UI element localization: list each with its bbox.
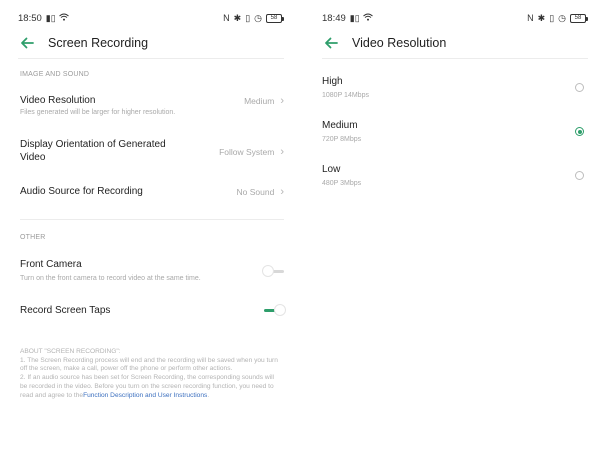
status-time: 18:49 (322, 12, 346, 24)
resolution-option-low[interactable]: Low 480P 3Mbps (322, 164, 588, 187)
wifi-icon (362, 13, 373, 23)
page-title: Screen Recording (48, 36, 149, 50)
screen-gap (296, 0, 304, 470)
battery-level: 58 (270, 15, 278, 21)
video-resolution-value-group: Medium › (244, 94, 284, 107)
battery-icon: 58 (570, 13, 588, 23)
header-divider (18, 58, 284, 59)
toggle-knob (262, 265, 274, 277)
chevron-right-icon: › (280, 145, 284, 158)
record-taps-row: Record Screen Taps (20, 304, 286, 317)
video-resolution-value: Medium (244, 95, 275, 106)
audio-source-value: No Sound (236, 186, 275, 197)
chevron-right-icon: › (280, 185, 284, 198)
nfc-icon: N (223, 12, 230, 23)
status-bar: 18:49 ▮▯ N ✱ ▯ ◷ 58 (322, 10, 588, 26)
page-title: Video Resolution (352, 36, 447, 50)
video-resolution-subtitle: Files generated will be larger for highe… (20, 109, 176, 116)
video-resolution-screen: 18:49 ▮▯ N ✱ ▯ ◷ 58 Video Resolution Hig… (304, 0, 600, 470)
front-camera-title: Front Camera (20, 259, 82, 270)
about-heading: ABOUT "SCREEN RECORDING": (20, 348, 121, 355)
option-detail: 1080P 14Mbps (322, 92, 369, 99)
status-bar: 18:50 ▮▯ N ✱ ▯ ◷ 58 (18, 10, 284, 26)
radio-button-low[interactable] (575, 171, 584, 180)
section-header-image-sound: IMAGE AND SOUND (20, 71, 90, 78)
resolution-option-high[interactable]: High 1080P 14Mbps (322, 76, 588, 99)
header-divider (322, 58, 588, 59)
battery-level: 58 (574, 15, 582, 21)
chevron-right-icon: › (280, 94, 284, 107)
video-resolution-row[interactable]: Video Resolution Files generated will be… (20, 94, 284, 117)
vibrate-icon: ▯ (245, 12, 251, 23)
audio-source-value-group: No Sound › (237, 185, 284, 198)
back-arrow-icon[interactable] (20, 36, 34, 50)
bluetooth-icon: ✱ (233, 12, 242, 23)
option-label: High (322, 76, 343, 87)
option-detail: 720P 8Mbps (322, 136, 362, 143)
bluetooth-icon: ✱ (537, 12, 546, 23)
screen-recording-screen: 18:50 ▮▯ N ✱ ▯ ◷ 58 Screen Recording IMA… (0, 0, 296, 470)
wifi-icon (58, 13, 69, 23)
option-detail: 480P 3Mbps (322, 180, 362, 187)
toggle-knob (274, 304, 286, 316)
radio-button-high[interactable] (575, 83, 584, 92)
radio-button-medium[interactable] (575, 127, 584, 136)
record-taps-title: Record Screen Taps (20, 305, 111, 316)
front-camera-row: Front Camera Turn on the front camera to… (20, 258, 284, 282)
front-camera-subtitle: Turn on the front camera to record video… (20, 275, 201, 282)
option-label: Low (322, 164, 341, 175)
audio-source-row[interactable]: Audio Source for Recording No Sound › (20, 185, 284, 198)
header: Video Resolution (304, 32, 600, 54)
display-orientation-row[interactable]: Display Orientation of Generated Video F… (20, 138, 284, 164)
resolution-option-medium[interactable]: Medium 720P 8Mbps (322, 120, 588, 143)
header: Screen Recording (0, 32, 296, 54)
record-taps-toggle[interactable] (262, 304, 286, 316)
back-arrow-icon[interactable] (324, 36, 338, 50)
section-header-other: OTHER (20, 234, 46, 241)
function-description-link[interactable]: Function Description and User Instructio… (83, 392, 207, 399)
alarm-icon: ◷ (254, 12, 262, 23)
about-paragraph-1: 1. The Screen Recording process will end… (20, 356, 278, 373)
front-camera-toggle[interactable] (262, 265, 284, 277)
display-orientation-value-group: Follow System › (219, 145, 284, 158)
status-time: 18:50 (18, 12, 42, 24)
about-paragraph-2: 2. If an audio source has been set for S… (20, 374, 282, 400)
section-divider (20, 219, 284, 220)
about-section: ABOUT "SCREEN RECORDING": 1. The Screen … (20, 348, 282, 400)
about-paragraph-2-end: . (207, 391, 210, 399)
battery-icon: 58 (266, 13, 284, 23)
vibrate-icon: ▯ (549, 12, 555, 23)
signal-icon: ▮▯ (349, 12, 360, 23)
option-label: Medium (322, 120, 358, 131)
nfc-icon: N (527, 12, 534, 23)
display-orientation-value: Follow System (219, 146, 275, 157)
alarm-icon: ◷ (558, 12, 566, 23)
signal-icon: ▮▯ (45, 12, 56, 23)
